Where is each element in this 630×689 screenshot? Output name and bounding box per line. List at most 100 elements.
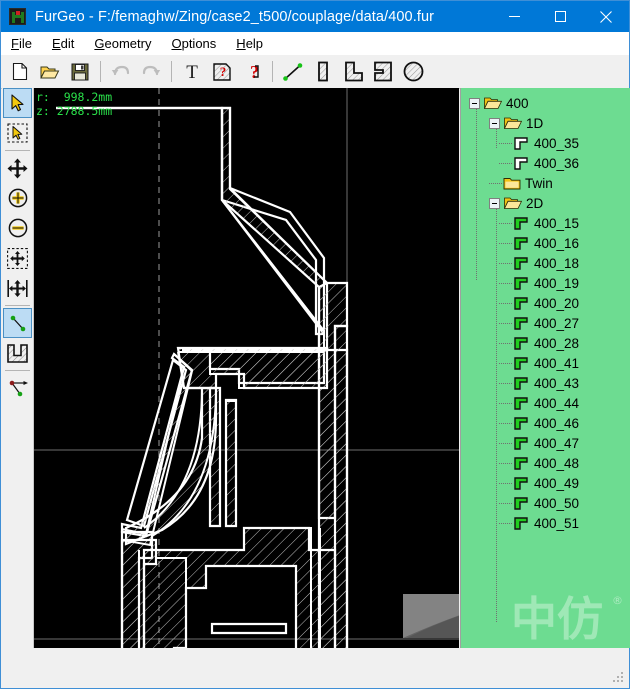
tree-item-label: 400_16 (534, 235, 580, 251)
minimize-button[interactable] (491, 1, 537, 32)
select-arrow-icon[interactable] (3, 88, 32, 118)
menu-geometry[interactable]: Geometry (85, 34, 160, 53)
tree-label-1d: 1D (526, 115, 544, 131)
tree-item-label: 400_47 (534, 435, 580, 451)
tree-item-400_36[interactable]: 400_36 (461, 153, 630, 173)
block-corner-l-icon[interactable] (338, 57, 368, 86)
green-corner-icon (514, 236, 528, 250)
zoom-fit-icon[interactable] (3, 273, 32, 303)
tree-item-400_19[interactable]: 400_19 (461, 273, 630, 293)
svg-text:?: ? (220, 64, 227, 79)
green-corner-icon (514, 476, 528, 490)
zoom-in-icon[interactable] (3, 183, 32, 213)
block-vertical-icon[interactable] (308, 57, 338, 86)
green-corner-icon (514, 456, 528, 470)
zoom-window-icon[interactable] (3, 243, 32, 273)
green-corner-icon (514, 256, 528, 270)
menu-bar: File Edit Geometry Options Help (1, 32, 629, 56)
undo-arrow-icon (106, 57, 136, 86)
tree-item-label: 400_15 (534, 215, 580, 231)
tool-separator-3 (5, 370, 30, 371)
material-query-icon[interactable]: ? (207, 57, 237, 86)
measure-vector-icon[interactable] (3, 373, 32, 403)
resize-grip-icon[interactable] (613, 672, 625, 684)
menu-file[interactable]: File (2, 34, 41, 53)
zoom-out-icon[interactable] (3, 213, 32, 243)
tree-item-label: 400_43 (534, 375, 580, 391)
tool-separator-2 (5, 305, 30, 306)
tree-item-400_28[interactable]: 400_28 (461, 333, 630, 353)
tree-item-400_15[interactable]: 400_15 (461, 213, 630, 233)
menu-edit[interactable]: Edit (43, 34, 83, 53)
toolbar-separator-2 (171, 61, 172, 82)
tree-item-400_27[interactable]: 400_27 (461, 313, 630, 333)
close-button[interactable] (583, 1, 629, 32)
geometry-canvas[interactable]: r: 998.2mm z: 2788.5mm (34, 88, 459, 648)
tree-label-root: 400 (506, 95, 529, 111)
cursor-coordinates: r: 998.2mm z: 2788.5mm (36, 90, 113, 118)
open-folder-icon[interactable] (35, 57, 65, 86)
line-segment-icon[interactable] (278, 57, 308, 86)
green-corner-icon (514, 496, 528, 510)
tree-item-400_46[interactable]: 400_46 (461, 413, 630, 433)
green-corner-icon (514, 276, 528, 290)
save-disk-icon[interactable] (65, 57, 95, 86)
application-window: FurGeo - F:/femaghw/Zing/case2_t500/coup… (0, 0, 630, 689)
menu-help-rest: elp (245, 36, 264, 51)
circle-hatch-icon[interactable] (398, 57, 428, 86)
tree-item-400_16[interactable]: 400_16 (461, 233, 630, 253)
main-toolbar: T ? ? (1, 55, 629, 89)
toolbar-separator-1 (100, 61, 101, 82)
menu-options[interactable]: Options (162, 34, 225, 53)
furnace-app-icon (9, 8, 26, 25)
green-corner-icon (514, 376, 528, 390)
tree-item-400_49[interactable]: 400_49 (461, 473, 630, 493)
menu-help[interactable]: Help (227, 34, 272, 53)
tree-item-label: 400_41 (534, 355, 580, 371)
tree-item-label: 400_46 (534, 415, 580, 431)
tree-node-group-2d[interactable]: 2D (461, 193, 630, 213)
svg-text:®: ® (612, 594, 623, 607)
tree-item-label: 400_35 (534, 135, 580, 151)
title-bar: FurGeo - F:/femaghw/Zing/case2_t500/coup… (1, 1, 629, 32)
green-corner-icon (514, 516, 528, 530)
tree-item-400_51[interactable]: 400_51 (461, 513, 630, 533)
tree-node-root[interactable]: 400 (461, 93, 630, 113)
tree-node-twin[interactable]: Twin (461, 173, 630, 193)
tree-expander-2d[interactable] (489, 197, 500, 209)
tree-item-400_41[interactable]: 400_41 (461, 353, 630, 373)
tree-item-400_43[interactable]: 400_43 (461, 373, 630, 393)
tree-item-400_47[interactable]: 400_47 (461, 433, 630, 453)
tree-item-400_48[interactable]: 400_48 (461, 453, 630, 473)
block-corner-r-icon[interactable] (368, 57, 398, 86)
pan-move-icon[interactable] (3, 153, 32, 183)
tree-expander-1d[interactable] (489, 117, 500, 129)
menu-file-rest: ile (18, 36, 32, 51)
window-title: FurGeo - F:/femaghw/Zing/case2_t500/coup… (35, 8, 435, 25)
tree-item-400_35[interactable]: 400_35 (461, 133, 630, 153)
tree-item-400_20[interactable]: 400_20 (461, 293, 630, 313)
draw-segment-icon[interactable] (3, 308, 32, 338)
tree-expander-root[interactable] (469, 97, 480, 109)
tree-item-400_18[interactable]: 400_18 (461, 253, 630, 273)
tool-palette (2, 88, 34, 648)
svg-text:T: T (186, 62, 198, 81)
tree-item-label: 400_27 (534, 315, 580, 331)
model-tree-panel[interactable]: 400 1D 400_35 400_36 Twin 2D 400_15 400_… (460, 88, 630, 648)
help-query-icon[interactable]: ? (237, 57, 267, 86)
green-corner-icon (514, 356, 528, 370)
tree-node-group-1d[interactable]: 1D (461, 113, 630, 133)
rubber-band-select-icon[interactable] (3, 118, 32, 148)
closed-folder-icon (503, 177, 521, 189)
status-bar (2, 648, 629, 688)
new-file-icon[interactable] (5, 57, 35, 86)
open-folder-icon (484, 97, 502, 109)
tree-item-400_50[interactable]: 400_50 (461, 493, 630, 513)
tree-item-400_44[interactable]: 400_44 (461, 393, 630, 413)
tree-item-label: 400_49 (534, 475, 580, 491)
menu-edit-rest: dit (60, 36, 75, 51)
maximize-button[interactable] (537, 1, 583, 32)
tree-item-label: 400_18 (534, 255, 580, 271)
text-tool-icon[interactable]: T (177, 57, 207, 86)
draw-region-icon[interactable] (3, 338, 32, 368)
